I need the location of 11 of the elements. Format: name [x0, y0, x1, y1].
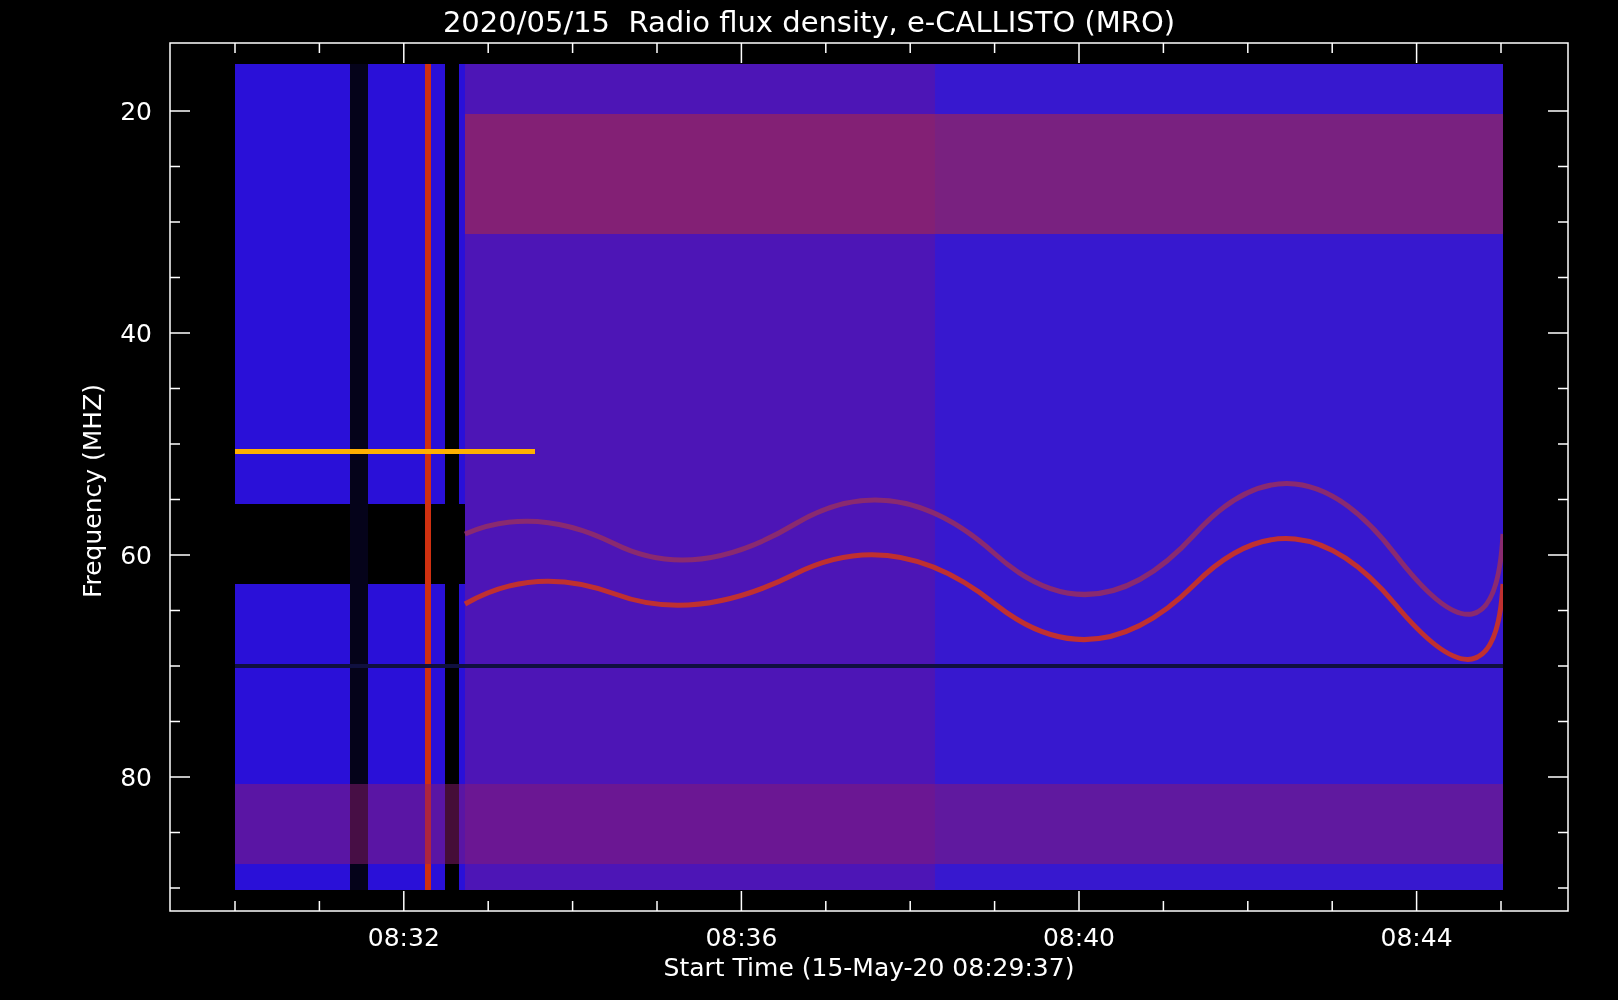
y-tick-label: 40	[120, 319, 152, 348]
chart-title: 2020/05/15 Radio flux density, e-CALLISTO (MRO)	[442, 5, 1176, 39]
y-axis-label: Frequency (MHZ)	[78, 383, 107, 599]
y-tick-label: 60	[120, 541, 152, 570]
x-tick-label: 08:44	[1380, 923, 1453, 952]
x-tick-label: 08:32	[367, 923, 440, 952]
y-tick-label: 80	[120, 763, 152, 792]
x-axis-label: Start Time (15-May-20 08:29:37)	[663, 953, 1075, 982]
x-tick-label: 08:40	[1043, 923, 1115, 952]
x-tick-label: 08:36	[705, 923, 778, 952]
y-tick-label: 20	[120, 97, 152, 126]
